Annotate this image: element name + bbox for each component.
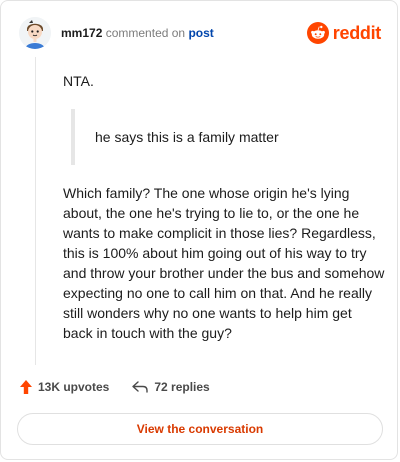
action-text: commented on — [105, 26, 186, 40]
comment-paragraph: Which family? The one whose origin he's … — [63, 185, 385, 341]
reply-count: 72 replies — [154, 380, 210, 394]
view-conversation-button[interactable]: View the conversation — [17, 413, 383, 445]
comment-meta: mm172 commented on post — [61, 25, 214, 41]
avatar-illustration-icon — [19, 17, 51, 49]
reddit-snoo-icon — [306, 22, 329, 44]
reddit-logo[interactable]: reddit — [306, 22, 382, 44]
comment-body: NTA. he says this is a family matter Whi… — [63, 71, 385, 343]
author-name[interactable]: mm172 — [61, 26, 102, 40]
quote-text: he says this is a family matter — [95, 129, 279, 145]
comment-header: mm172 commented on post reddit — [19, 15, 381, 51]
post-link[interactable]: post — [188, 26, 213, 40]
comment-paragraph: NTA. — [63, 73, 94, 89]
thread-line — [35, 57, 36, 365]
comment-footer: 13K upvotes 72 replies — [19, 379, 210, 395]
avatar[interactable] — [19, 17, 51, 49]
upvote-stat[interactable]: 13K upvotes — [19, 379, 109, 395]
block-quote: he says this is a family matter — [71, 109, 385, 165]
replies-stat[interactable]: 72 replies — [131, 380, 210, 394]
upvote-count: 13K upvotes — [38, 380, 110, 394]
reply-arrow-icon — [132, 381, 149, 393]
reddit-wordmark: reddit — [332, 22, 382, 43]
upvote-arrow-icon — [20, 380, 32, 394]
comment-card: mm172 commented on post reddit NTA. he s… — [0, 0, 398, 460]
